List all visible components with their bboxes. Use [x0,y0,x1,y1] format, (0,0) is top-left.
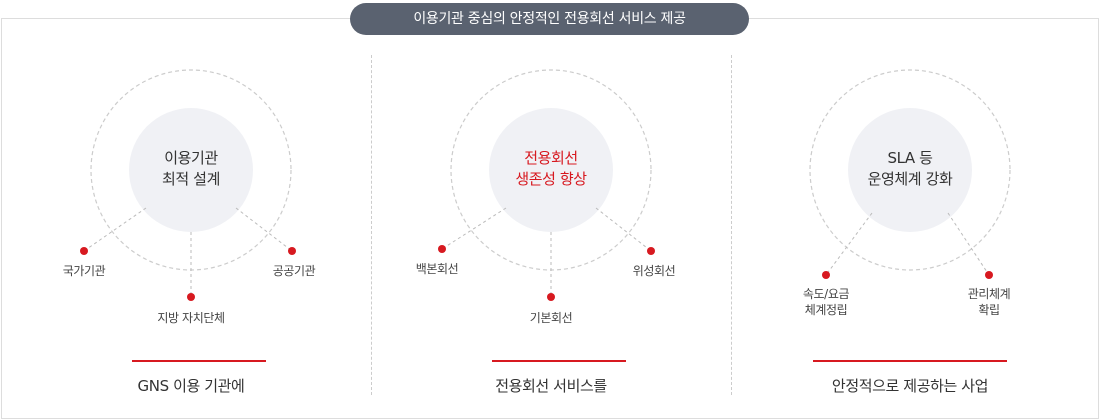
node-dot [547,293,555,301]
connector-line [83,207,147,252]
center-title: 전용회선 생존성 향상 [368,148,734,190]
node-label-speed-fee: 속도/요금 체계정립 [802,287,850,317]
connector-line [947,212,990,276]
node-dot [822,271,830,279]
column-operations: SLA 등 운영체계 강화 속도/요금 체계정립 관리체계 확립 안정적으로 제… [727,0,1093,420]
caption-underline [132,360,266,362]
caption: 전용회선 서비스를 [495,377,607,395]
center-line: 최적 설계 [162,170,220,188]
node-dot [80,247,88,255]
node-label-basic-line: 기본회선 [529,311,573,325]
node-label-backbone: 백본회선 [415,262,459,276]
center-line: 전용회선 [524,149,578,167]
center-line: 이용기관 [164,149,218,167]
caption: GNS 이용 기관에 [137,377,245,395]
connector-line [235,207,293,252]
column-line-survivability: 전용회선 생존성 향상 백본회선 기본회선 위성회선 전용회선 서비스를 [368,0,734,420]
node-label-public-institution: 공공기관 [272,264,316,278]
caption: 안정적으로 제공하는 사업 [831,377,989,395]
center-line: SLA 등 [887,149,933,167]
node-dot [187,293,195,301]
connector-lines [438,69,655,301]
node-dot [288,247,296,255]
connector-line [441,207,507,250]
node-dot [985,271,993,279]
center-title: 이용기관 최적 설계 [8,148,374,190]
center-line: 운영체계 강화 [867,170,953,188]
center-line: 생존성 향상 [515,170,587,188]
node-label-national-agency: 국가기관 [62,264,106,278]
caption-underline [813,360,1007,362]
node-label-local-government: 지방 자치단체 [157,311,225,325]
center-title: SLA 등 운영체계 강화 [727,148,1093,190]
node-label-satellite: 위성회선 [632,264,676,278]
node-label-management: 관리체계 확립 [967,287,1011,317]
node-dot [438,245,446,253]
connector-lines [809,69,1011,279]
column-gns-agencies: 이용기관 최적 설계 국가기관 지방 자치단체 공공기관 GNS 이용 기관에 [8,0,374,420]
connector-lines [80,69,296,301]
node-dot [647,247,655,255]
caption-underline [492,360,626,362]
connector-line [825,212,873,276]
connector-line [595,207,652,252]
